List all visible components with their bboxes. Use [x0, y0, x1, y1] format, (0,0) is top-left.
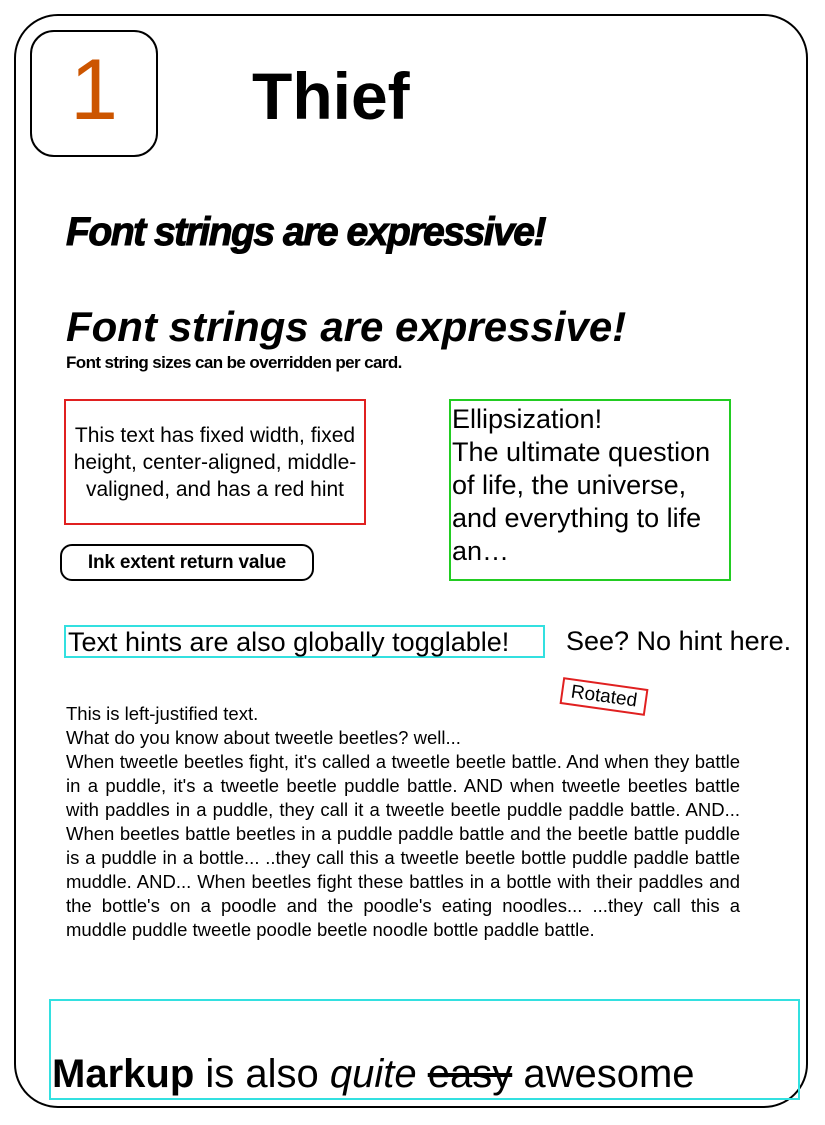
markup-italic: quite [329, 1052, 417, 1096]
markup-plain-2 [417, 1052, 428, 1096]
ink-extent-box: Ink extent return value [60, 544, 314, 581]
fixed-text-box: This text has fixed width, fixed height,… [64, 399, 366, 525]
markup-line: Markup is also quite easy awesome [52, 1050, 695, 1098]
expressive-heading-italic: Font strings are expressive! [66, 303, 627, 350]
fixed-text: This text has fixed width, fixed height,… [73, 423, 357, 501]
card-number: 1 [70, 42, 118, 138]
ellipsis-text: Ellipsization! The ultimate question of … [452, 404, 711, 566]
left-justified-line: This is left-justified text. [66, 703, 259, 724]
markup-strike: easy [427, 1052, 513, 1096]
justified-paragraph: When tweetle beetles fight, it's called … [66, 751, 740, 940]
no-hint-text: See? No hint here. [566, 626, 792, 656]
ink-extent-label: Ink extent return value [87, 551, 287, 573]
sizes-note: Font string sizes can be overridden per … [66, 353, 402, 372]
text-paragraph: This is left-justified text. What do you… [66, 702, 740, 942]
expressive-heading-condensed: Font strings are expressive! [66, 210, 548, 255]
card-title: Thief [252, 59, 410, 133]
markup-plain-1: is also [194, 1052, 330, 1096]
tweetle-question-line: What do you know about tweetle beetles? … [66, 727, 461, 748]
markup-plain-3: awesome [512, 1052, 695, 1096]
markup-bold: Markup [52, 1052, 195, 1096]
text-hint-box: Text hints are also globally togglable! [64, 625, 545, 658]
ellipsis-box: Ellipsization! The ultimate question of … [449, 399, 731, 581]
text-hint-label: Text hints are also globally togglable! [68, 627, 510, 657]
